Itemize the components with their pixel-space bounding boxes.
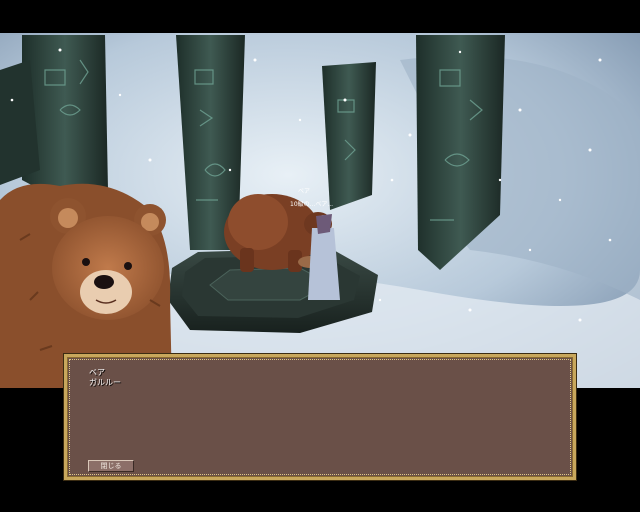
npc-name-tag: ベア <box>298 188 310 195</box>
dialog-message: ガルルー <box>89 378 121 387</box>
player-label: 10級の...ベア... <box>290 200 333 208</box>
npc-dialog-window: ベア ガルルー 閉じる <box>63 353 577 481</box>
close-button[interactable]: 閉じる <box>88 460 134 472</box>
letterbox-top <box>0 0 640 33</box>
dialog-speaker-name: ベア <box>89 368 105 377</box>
